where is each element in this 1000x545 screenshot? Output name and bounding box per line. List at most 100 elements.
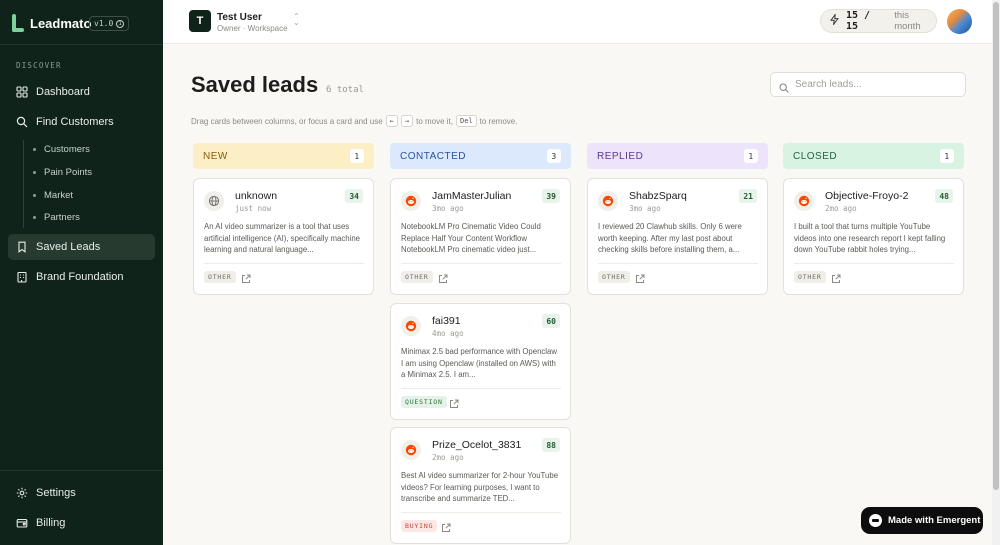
lead-score: 34	[345, 189, 363, 203]
column-title: REPLIED	[597, 150, 644, 162]
lead-author: unknown	[235, 190, 278, 202]
kbd-delete: Del	[456, 115, 477, 127]
sub-nav-line	[23, 140, 24, 228]
credits-indicator[interactable]: 15 / 15 this month	[820, 9, 937, 33]
search-input[interactable]	[795, 79, 955, 90]
grid-icon	[16, 86, 28, 98]
sidebar-item-label: Settings	[36, 487, 76, 499]
column-header-closed[interactable]: CLOSED 1	[783, 143, 964, 169]
brand[interactable]: Leadmato	[12, 12, 91, 34]
column-title: CLOSED	[793, 150, 838, 162]
external-link-icon[interactable]	[241, 271, 251, 283]
sidebar-item-label: Saved Leads	[36, 241, 101, 253]
brand-name: Leadmato	[30, 15, 92, 31]
lead-card[interactable]: unknown just now 34 An AI video summariz…	[193, 178, 374, 295]
lead-tag: BUYING	[401, 520, 438, 532]
lead-score: 88	[542, 438, 560, 452]
workspace-user-role: Owner · Workspace	[217, 24, 288, 33]
workspace-user-name[interactable]: Test User	[217, 12, 262, 23]
lead-author: JamMasterJulian	[432, 190, 512, 202]
column-header-replied[interactable]: REPLIED 1	[587, 143, 768, 169]
sidebar-item-billing[interactable]: Billing	[8, 510, 155, 536]
building-icon	[16, 271, 28, 283]
globe-icon	[204, 191, 224, 211]
workspace-avatar[interactable]: T	[189, 10, 211, 32]
credits-count: 15 / 15	[846, 10, 871, 32]
column-header-new[interactable]: NEW 1	[193, 143, 374, 169]
credits-period: this month	[894, 10, 921, 32]
external-link-icon[interactable]	[831, 271, 841, 283]
lead-time: 2mo ago	[432, 453, 464, 462]
sidebar-item-label: Dashboard	[36, 86, 90, 98]
page-title: Saved leads	[191, 72, 319, 97]
lead-time: 3mo ago	[629, 204, 661, 213]
sidebar-item-label: Brand Foundation	[36, 271, 124, 283]
lead-excerpt: Minimax 2.5 bad performance with Opencla…	[401, 347, 558, 379]
lead-excerpt: Best AI video summarizer for 2-hour YouT…	[401, 471, 559, 503]
gear-icon	[16, 487, 28, 499]
kbd-right-arrow: →	[400, 115, 414, 127]
column-count-badge: 1	[350, 149, 364, 163]
top-header: T Test User Owner · Workspace ⌃ ⌄ 15 / 15…	[163, 0, 992, 44]
sidebar-subitem-market[interactable]: Market	[33, 190, 73, 201]
lead-time: just now	[235, 204, 272, 213]
search-box[interactable]	[770, 72, 966, 97]
lead-tag: OTHER	[598, 271, 630, 283]
reddit-icon	[598, 191, 618, 211]
reddit-icon	[794, 191, 814, 211]
scrollbar-thumb[interactable]	[993, 2, 999, 490]
lead-time: 2mo ago	[825, 204, 857, 213]
sidebar-subitem-partners[interactable]: Partners	[33, 212, 80, 223]
lead-author: ShabzSparq	[629, 190, 687, 202]
external-link-icon[interactable]	[438, 271, 448, 283]
info-icon: i	[116, 19, 125, 28]
user-avatar[interactable]	[947, 9, 972, 34]
sidebar-subitem-pain-points[interactable]: Pain Points	[33, 167, 92, 178]
lead-score: 60	[542, 314, 560, 328]
lead-author: Prize_Ocelot_3831	[432, 439, 522, 451]
sidebar-item-label: Find Customers	[36, 116, 114, 128]
lead-author: fai391	[432, 315, 461, 327]
kbd-left-arrow: ←	[385, 115, 398, 127]
lead-card[interactable]: JamMasterJulian 3mo ago 39 NotebookLM Pr…	[390, 178, 571, 295]
lead-tag: OTHER	[794, 271, 826, 283]
column-header-contacted[interactable]: CONTACTED 3	[390, 143, 571, 169]
sidebar-item-dashboard[interactable]: Dashboard	[8, 79, 155, 105]
version-badge[interactable]: v1.0 i	[89, 16, 130, 31]
external-link-icon[interactable]	[635, 271, 645, 283]
drag-hint: Drag cards between columns, or focus a c…	[191, 115, 518, 127]
divider	[0, 44, 163, 45]
external-link-icon[interactable]	[441, 520, 451, 532]
sidebar-subitem-customers[interactable]: Customers	[33, 144, 90, 155]
lead-card[interactable]: fai391 4mo ago 60 Minimax 2.5 bad perfor…	[390, 303, 571, 420]
reddit-icon	[401, 440, 421, 460]
lead-excerpt: I built a tool that turns multiple YouTu…	[794, 222, 946, 254]
lead-time: 4mo ago	[432, 329, 464, 338]
search-icon	[779, 80, 789, 93]
lead-excerpt: NotebookLM Pro Cinematic Video Could Rep…	[401, 222, 541, 254]
lead-time: 3mo ago	[432, 204, 464, 213]
leadmato-logo-icon	[12, 14, 24, 32]
column-count-badge: 3	[547, 149, 561, 163]
divider	[0, 470, 163, 471]
bolt-icon	[830, 12, 840, 28]
lead-card[interactable]: Objective-Froyo-2 2mo ago 48 I built a t…	[783, 178, 964, 295]
sidebar-item-brand-foundation[interactable]: Brand Foundation	[8, 264, 155, 290]
external-link-icon[interactable]	[449, 396, 459, 408]
column-title: CONTACTED	[400, 150, 466, 162]
lead-card[interactable]: ShabzSparq 3mo ago 21 I reviewed 20 Claw…	[587, 178, 768, 295]
sidebar-item-settings[interactable]: Settings	[8, 480, 155, 506]
version-label: v1.0	[94, 19, 114, 28]
chevron-up-down-icon[interactable]: ⌃ ⌄	[293, 13, 300, 27]
made-with-emergent-button[interactable]: Made with Emergent	[861, 507, 983, 534]
column-title: NEW	[203, 150, 228, 162]
wallet-icon	[16, 517, 28, 529]
lead-card[interactable]: Prize_Ocelot_3831 2mo ago 88 Best AI vid…	[390, 427, 571, 544]
emergent-label: Made with Emergent	[888, 515, 981, 526]
lead-tag: OTHER	[204, 271, 236, 283]
lead-tag: OTHER	[401, 271, 433, 283]
sidebar-item-find-customers[interactable]: Find Customers	[8, 109, 155, 135]
sidebar-item-saved-leads[interactable]: Saved Leads	[8, 234, 155, 260]
scrollbar[interactable]	[992, 0, 1000, 545]
sidebar-item-label: Billing	[36, 517, 66, 529]
